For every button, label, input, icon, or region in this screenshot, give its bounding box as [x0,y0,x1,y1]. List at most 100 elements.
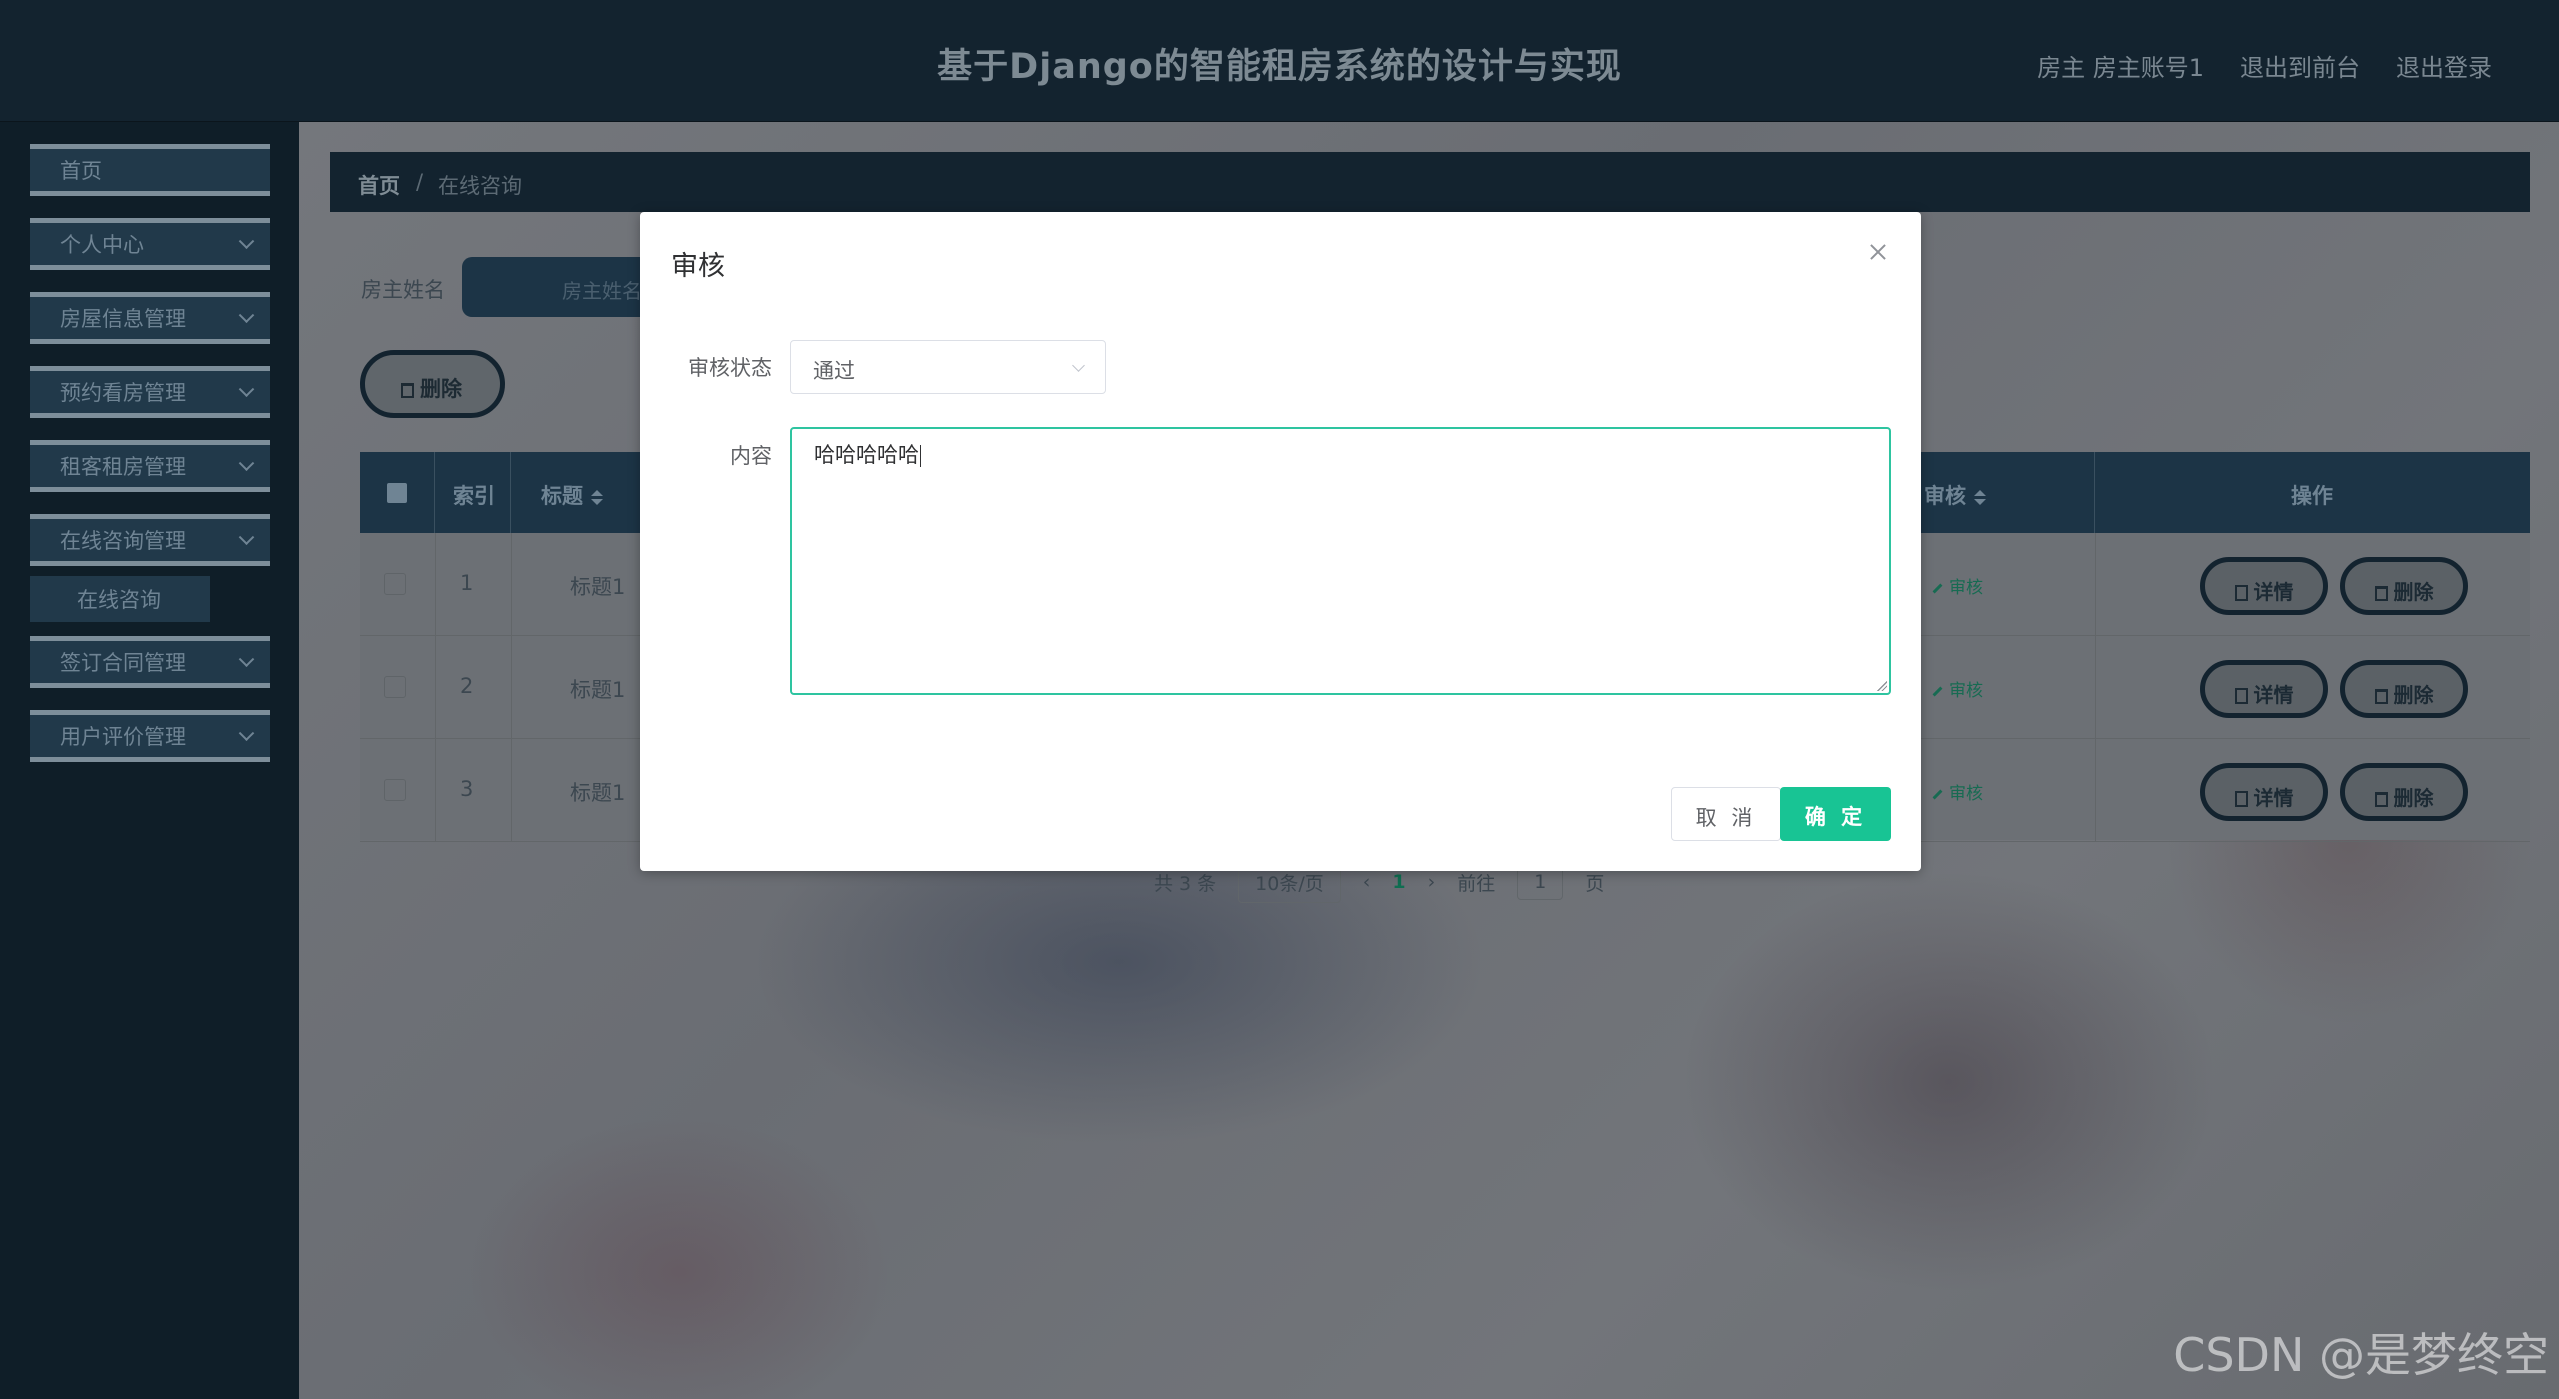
cancel-button-label: 取 消 [1695,806,1757,830]
confirm-button[interactable]: 确 定 [1780,787,1891,841]
row-audit-link[interactable]: 审核 [1932,779,1983,804]
chevron-down-icon [238,381,255,398]
sidebar-item-label: 用户评价管理 [60,725,186,749]
chevron-down-icon [238,725,255,742]
row-title: 标题1 [570,575,626,599]
pagination-total: 共 3 条 [1154,872,1217,895]
chevron-down-icon [238,529,255,546]
cancel-button[interactable]: 取 消 [1671,787,1781,841]
search-placeholder: 房主姓名 [562,279,642,303]
delete-button[interactable]: 删除 [2340,557,2468,615]
th-title[interactable]: 标题 [511,452,631,533]
submenu-item-label: 在线咨询 [77,588,161,612]
sidebar-item-viewing-appointments[interactable]: 预约看房管理 [30,366,270,418]
document-icon [2234,791,2248,807]
content-label: 内容 [730,444,772,468]
delete-button-label: 删除 [2345,679,2463,708]
th-title-label: 标题 [541,480,603,510]
row-checkbox[interactable] [384,573,406,595]
chevron-down-icon [238,233,255,250]
row-audit-link[interactable]: 审核 [1932,676,1983,701]
th-actions: 操作 [2095,452,2530,533]
sidebar-item-label: 个人中心 [60,233,144,257]
delete-button-label: 删除 [2345,576,2463,605]
chevron-down-icon [238,307,255,324]
edit-icon [1932,583,1943,593]
detail-button[interactable]: 详情 [2200,660,2328,718]
status-select[interactable]: 通过 [790,340,1106,394]
sort-icon [591,489,603,505]
close-icon[interactable] [1866,240,1890,264]
delete-button-label: 删除 [2345,782,2463,811]
header-links: 房主 房主账号1 退出到前台 退出登录 [2037,48,2492,83]
breadcrumb-separator: / [416,170,424,194]
th-audit[interactable]: 审核 [1924,452,2095,533]
th-index: 索引 [435,452,511,533]
divider [511,739,512,842]
trash-icon [2374,586,2388,601]
sort-icon [1974,489,1986,505]
row-title: 标题1 [570,678,626,702]
row-audit-link[interactable]: 审核 [1932,573,1983,598]
delete-button[interactable]: 删除 [2340,660,2468,718]
sidebar-item-tenant-rentals[interactable]: 租客租房管理 [30,440,270,492]
page-unit: 页 [1585,872,1605,895]
chevron-down-icon [238,651,255,668]
content-text: 哈哈哈哈哈 [814,443,921,467]
divider [2095,739,2096,842]
breadcrumb-home[interactable]: 首页 [358,170,400,200]
batch-delete-button[interactable]: 删除 [360,350,505,418]
detail-button-label: 详情 [2205,782,2323,811]
select-all-checkbox[interactable] [387,483,407,503]
divider [435,533,436,636]
goto-label: 前往 [1457,872,1496,895]
sidebar-item-house-info[interactable]: 房屋信息管理 [30,292,270,344]
document-icon [2234,585,2248,601]
row-index: 2 [460,674,474,698]
account-link[interactable]: 房主 房主账号1 [2037,48,2204,83]
th-audit-label: 审核 [1924,480,1986,510]
delete-button[interactable]: 删除 [2340,763,2468,821]
divider [2095,533,2096,636]
sidebar-item-home[interactable]: 首页 [30,144,270,196]
breadcrumb: 首页 / 在线咨询 [330,152,2530,212]
next-page-icon[interactable]: › [1428,871,1436,893]
prev-page-icon[interactable]: ‹ [1363,871,1371,893]
logout-link[interactable]: 退出登录 [2396,48,2492,83]
sidebar: 首页 个人中心 房屋信息管理 预约看房管理 租客租房管理 在线咨询管理 在线咨询… [0,122,299,1399]
sidebar-item-label: 预约看房管理 [60,381,186,405]
row-checkbox[interactable] [384,676,406,698]
batch-delete-label: 删除 [401,373,462,403]
divider [511,636,512,739]
breadcrumb-current: 在线咨询 [438,174,522,198]
row-title: 标题1 [570,781,626,805]
app-root: 基于Django的智能租房系统的设计与实现 房主 房主账号1 退出到前台 退出登… [0,0,2559,1399]
sidebar-item-user-reviews[interactable]: 用户评价管理 [30,710,270,762]
edit-icon [1932,789,1943,799]
audit-dialog: 审核 审核状态 通过 内容 哈哈哈哈哈 取 消 确 定 [640,212,1921,871]
detail-button-label: 详情 [2205,679,2323,708]
submenu-item-online-consult[interactable]: 在线咨询 [30,576,210,622]
row-index: 3 [460,777,474,801]
sidebar-item-contracts[interactable]: 签订合同管理 [30,636,270,688]
status-label: 审核状态 [688,356,772,380]
th-index-label: 索引 [453,484,495,508]
page-number[interactable]: 1 [1392,871,1405,893]
confirm-button-label: 确 定 [1804,805,1867,829]
detail-button[interactable]: 详情 [2200,763,2328,821]
exit-to-front-link[interactable]: 退出到前台 [2240,48,2360,83]
divider [2095,636,2096,739]
edit-icon [1932,686,1943,696]
chevron-down-icon [1072,359,1085,372]
dialog-title: 审核 [671,251,725,282]
trash-icon [401,383,414,398]
sidebar-item-online-consult[interactable]: 在线咨询管理 [30,514,270,566]
th-actions-label: 操作 [2291,484,2333,508]
row-checkbox[interactable] [384,779,406,801]
resize-grip-icon[interactable] [1877,681,1887,691]
sidebar-item-personal-center[interactable]: 个人中心 [30,218,270,270]
detail-button[interactable]: 详情 [2200,557,2328,615]
trash-icon [2374,792,2388,807]
sidebar-item-label: 在线咨询管理 [60,529,186,553]
content-textarea[interactable]: 哈哈哈哈哈 [790,427,1891,695]
